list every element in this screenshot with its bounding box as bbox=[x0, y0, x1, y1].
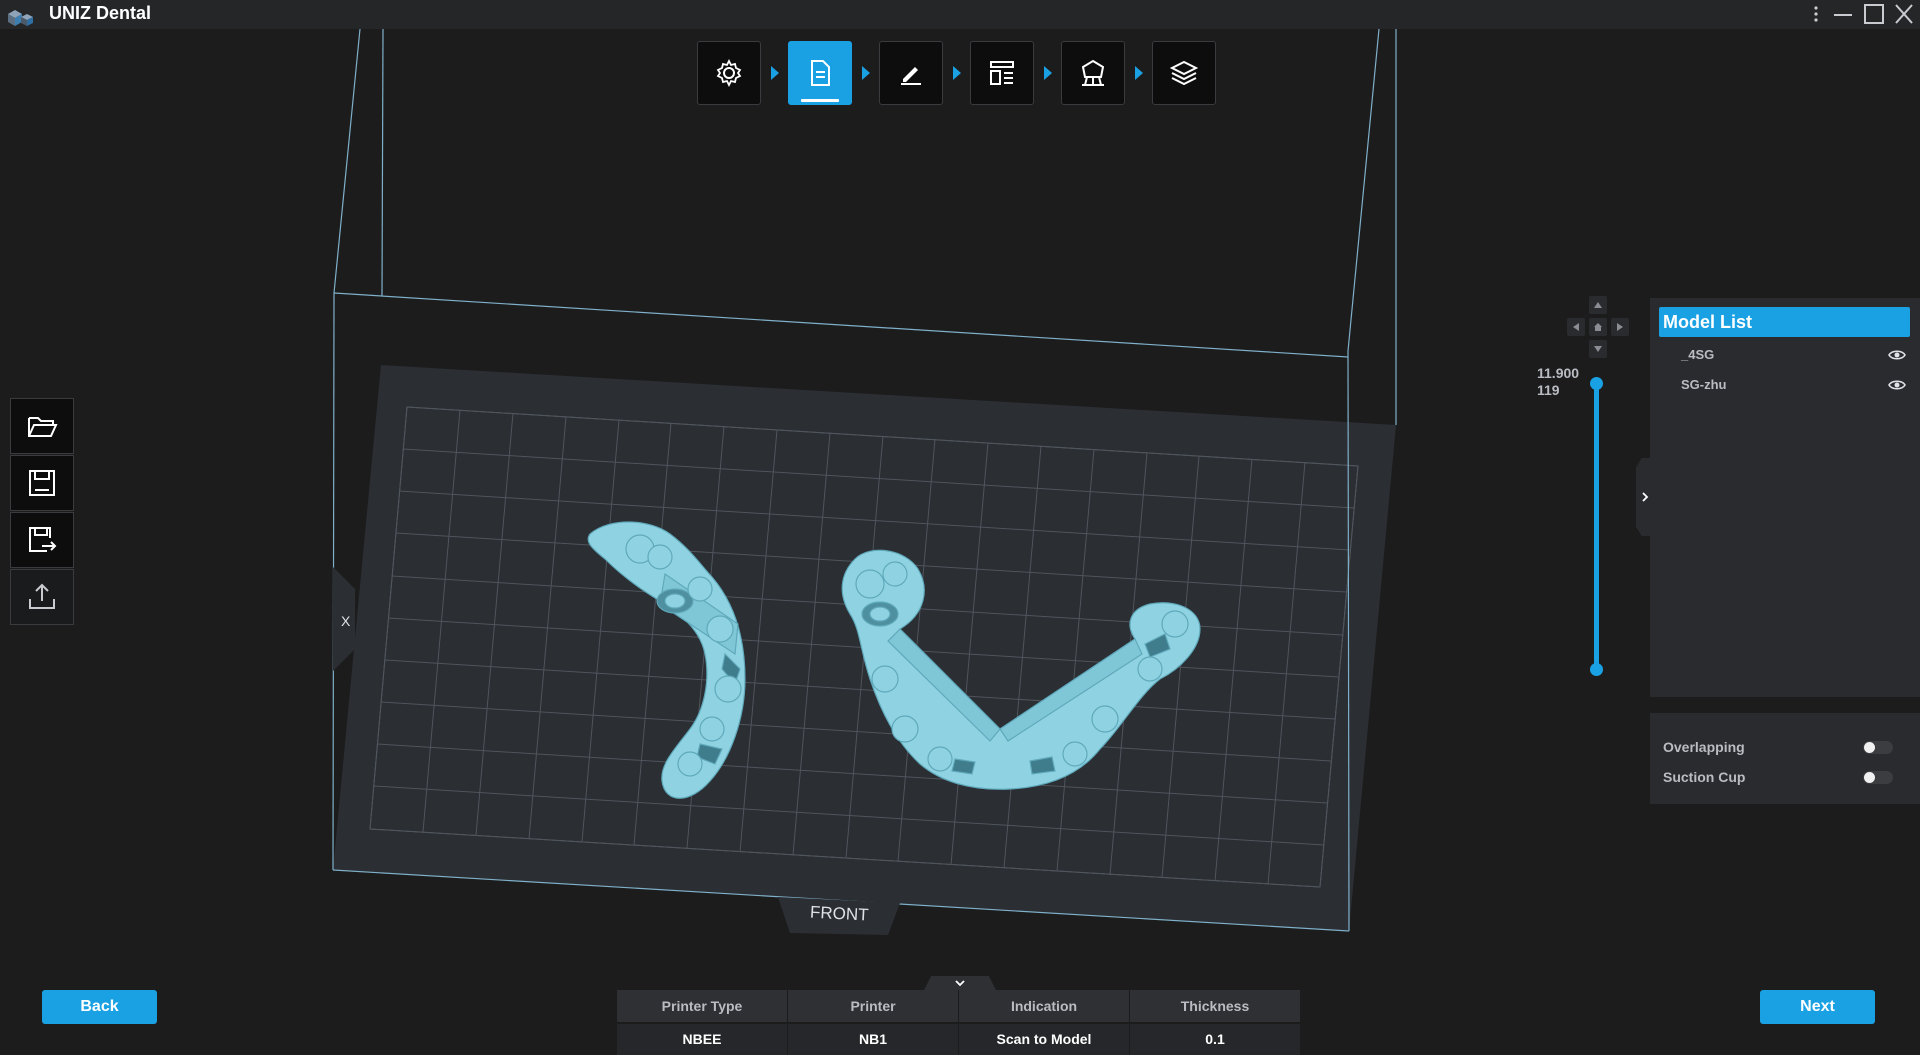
app-logo-icon bbox=[8, 10, 33, 26]
chevron-up-icon bbox=[1594, 302, 1602, 308]
home-view-button[interactable] bbox=[1589, 318, 1607, 336]
model-name: _4SG bbox=[1681, 347, 1715, 362]
axis-label-x: X bbox=[341, 613, 351, 629]
layers-icon bbox=[1169, 60, 1199, 86]
close-icon[interactable] bbox=[1892, 3, 1916, 25]
info-value: NBEE bbox=[617, 1024, 787, 1055]
options-panel: Overlapping Suction Cup bbox=[1650, 713, 1920, 804]
chevron-left-icon bbox=[1573, 323, 1579, 331]
info-column-thickness: Thickness 0.1 bbox=[1130, 990, 1300, 1055]
pan-up-button[interactable] bbox=[1589, 296, 1607, 314]
support-structure-icon bbox=[1081, 59, 1105, 86]
chevron-right-icon bbox=[1617, 323, 1623, 331]
info-column-printer: Printer NB1 bbox=[788, 990, 958, 1055]
save-as-icon bbox=[29, 527, 57, 552]
height-slider-track[interactable] bbox=[1594, 384, 1599, 670]
height-slider-top-handle[interactable] bbox=[1590, 377, 1603, 390]
height-bottom-value: 119 bbox=[1537, 382, 1560, 398]
layout-icon bbox=[990, 61, 1014, 85]
height-readout: 11.900 119 bbox=[1537, 365, 1579, 399]
info-header: Printer bbox=[788, 990, 958, 1022]
folder-open-icon bbox=[28, 417, 58, 437]
chevron-right-icon bbox=[1642, 492, 1649, 502]
back-button[interactable]: Back bbox=[42, 990, 157, 1024]
app-title: UNIZ Dental bbox=[49, 3, 152, 23]
step-settings[interactable] bbox=[697, 41, 761, 105]
file-toolbar bbox=[10, 398, 76, 626]
save-button[interactable] bbox=[10, 455, 74, 511]
export-icon bbox=[29, 583, 55, 609]
info-collapse-toggle[interactable] bbox=[924, 976, 996, 990]
more-icon[interactable] bbox=[1804, 3, 1828, 25]
save-as-button[interactable] bbox=[10, 512, 74, 568]
model-list-title: Model List bbox=[1659, 307, 1910, 337]
info-column-printer-type: Printer Type NBEE bbox=[617, 990, 787, 1055]
option-suction-cup: Suction Cup bbox=[1663, 766, 1913, 788]
height-slider-bottom-handle[interactable] bbox=[1590, 663, 1603, 676]
gear-icon bbox=[716, 58, 742, 88]
home-icon bbox=[1594, 323, 1602, 331]
step-layers[interactable] bbox=[1152, 41, 1216, 105]
front-label: FRONT bbox=[810, 903, 869, 925]
info-value: Scan to Model bbox=[959, 1024, 1129, 1055]
document-icon bbox=[811, 60, 830, 86]
open-button[interactable] bbox=[10, 398, 74, 454]
panel-collapse-tab[interactable] bbox=[1636, 458, 1650, 536]
info-column-indication: Indication Scan to Model bbox=[959, 990, 1129, 1055]
model-list-item[interactable]: _4SG bbox=[1681, 344, 1906, 366]
3d-viewport[interactable]: X FRONT bbox=[0, 29, 1920, 1055]
step-edit[interactable] bbox=[879, 41, 943, 105]
option-label: Suction Cup bbox=[1663, 769, 1746, 785]
step-support[interactable] bbox=[1061, 41, 1125, 105]
model-name: SG-zhu bbox=[1681, 377, 1727, 392]
info-header: Indication bbox=[959, 990, 1129, 1022]
option-label: Overlapping bbox=[1663, 739, 1745, 755]
suction-cup-toggle[interactable] bbox=[1863, 771, 1893, 784]
model-list-item[interactable]: SG-zhu bbox=[1681, 374, 1906, 396]
pan-left-button[interactable] bbox=[1567, 318, 1585, 336]
info-header: Thickness bbox=[1130, 990, 1300, 1022]
info-header: Printer Type bbox=[617, 990, 787, 1022]
minimize-icon[interactable] bbox=[1831, 3, 1855, 25]
info-value: 0.1 bbox=[1130, 1024, 1300, 1055]
overlapping-toggle[interactable] bbox=[1863, 741, 1893, 754]
option-overlapping: Overlapping bbox=[1663, 736, 1913, 758]
chevron-down-icon bbox=[1594, 346, 1602, 352]
pen-icon bbox=[901, 67, 921, 85]
pan-down-button[interactable] bbox=[1589, 340, 1607, 358]
chevron-down-icon bbox=[955, 980, 965, 987]
export-button[interactable] bbox=[10, 569, 74, 625]
save-icon bbox=[29, 470, 55, 496]
height-top-value: 11.900 bbox=[1537, 365, 1579, 381]
step-layout[interactable] bbox=[970, 41, 1034, 105]
step-document[interactable] bbox=[788, 41, 852, 105]
maximize-icon[interactable] bbox=[1862, 3, 1886, 25]
next-button[interactable]: Next bbox=[1760, 990, 1875, 1024]
title-bar: UNIZ Dental bbox=[0, 0, 1920, 29]
info-value: NB1 bbox=[788, 1024, 958, 1055]
print-info-table: Printer Type NBEE Printer NB1 Indication… bbox=[617, 990, 1301, 1055]
eye-icon[interactable] bbox=[1888, 377, 1906, 393]
model-list-panel: Model List _4SG SG-zhu bbox=[1650, 298, 1920, 697]
pan-right-button[interactable] bbox=[1611, 318, 1629, 336]
camera-nav-pad bbox=[1567, 296, 1629, 358]
eye-icon[interactable] bbox=[1888, 347, 1906, 363]
